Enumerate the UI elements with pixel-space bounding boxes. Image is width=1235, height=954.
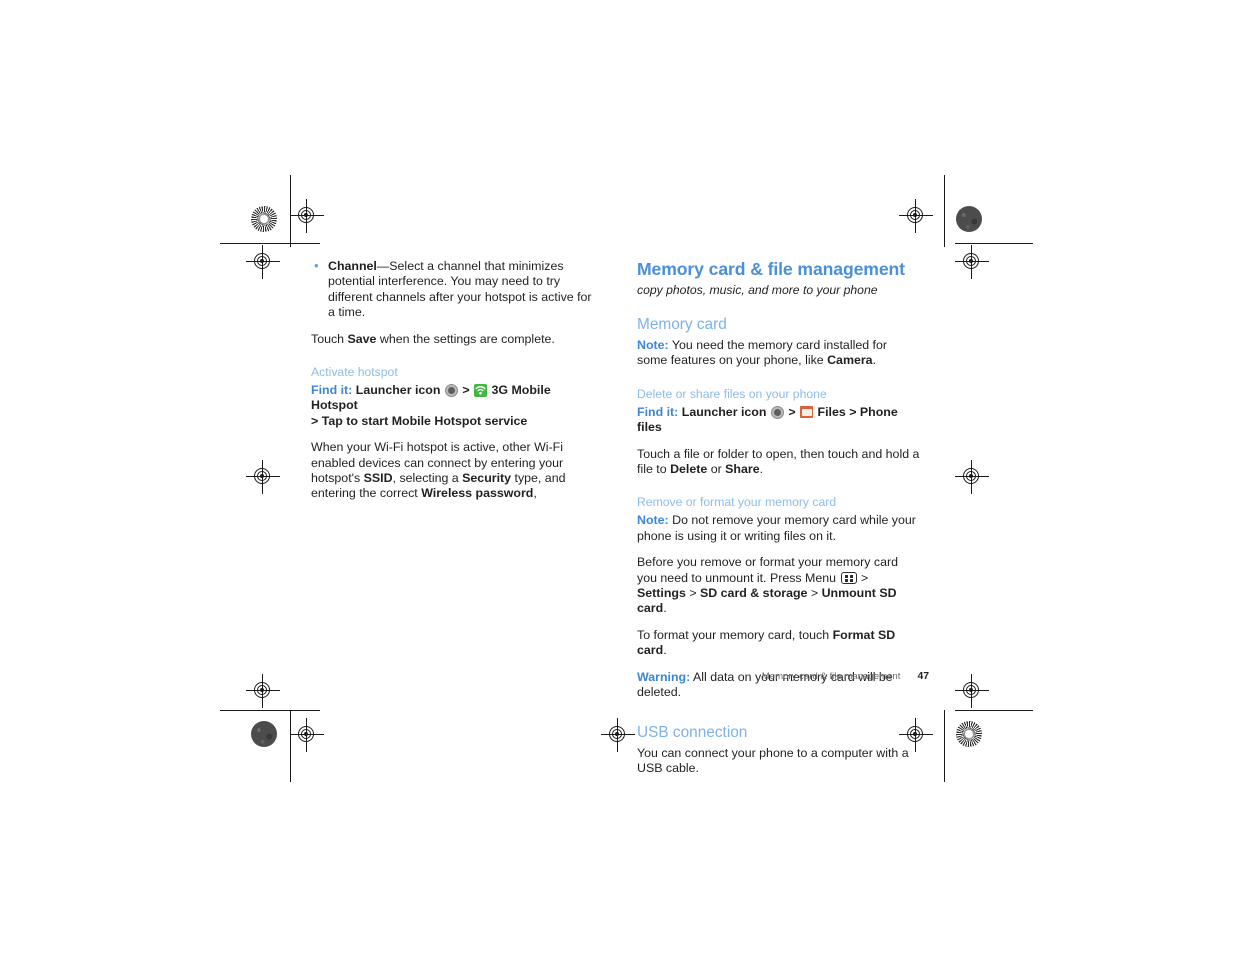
delete-bold: Delete (670, 462, 708, 477)
find-it-label: Find it: (311, 383, 353, 398)
note-label: Note: (637, 513, 669, 528)
page-subtitle: copy photos, music, and more to your pho… (637, 283, 878, 297)
heading-usb-connection: USB connection (637, 723, 748, 741)
menu-key-icon (840, 571, 857, 584)
share-bold: Share (725, 462, 760, 477)
path-separator: > (788, 404, 796, 419)
ssid-bold: SSID (363, 471, 393, 486)
security-bold: Security (462, 471, 512, 486)
path-separator: > (685, 586, 701, 601)
footer-chapter-title: Memory card & file management (761, 671, 901, 682)
path-launcher-icon-label: Launcher icon (355, 383, 441, 398)
page-footer: Memory card & file management 47 (637, 671, 929, 682)
path-separator: > (311, 413, 319, 428)
settings-bold: Settings (637, 586, 686, 601)
delete-share-description: Touch a file or folder to open, then tou… (637, 447, 920, 478)
text-segment: . (663, 601, 667, 616)
text-segment: Do not remove your memory card while you… (637, 513, 916, 543)
heading-memory-card: Memory card (637, 316, 727, 333)
manual-page: Channel—Select a channel that minimizes … (0, 0, 1235, 954)
footer-page-number: 47 (917, 671, 929, 682)
heading-delete-or-share: Delete or share files on your phone (637, 386, 827, 401)
text-segment: or (707, 462, 726, 477)
remove-format-note: Note: Do not remove your memory card whi… (637, 513, 920, 544)
text-segment: , selecting a (392, 471, 463, 486)
text-segment: . (663, 643, 667, 658)
wireless-password-bold: Wireless password (421, 486, 534, 501)
text-after: when the settings are complete. (376, 331, 555, 346)
3g-mobile-hotspot-icon (474, 384, 488, 398)
find-it-delete-share: Find it: Launcher icon > Files > Phone f… (637, 405, 920, 436)
sd-card-storage-bold: SD card & storage (700, 586, 808, 601)
channel-bullet-list: Channel—Select a channel that minimizes … (311, 258, 594, 321)
text-segment: . (872, 353, 877, 368)
hotspot-description-paragraph: When your Wi-Fi hotspot is active, other… (311, 440, 594, 502)
note-label: Note: (637, 338, 669, 352)
right-column: Memory card & file management copy photo… (637, 259, 920, 787)
path-launcher-icon-label: Launcher icon (681, 404, 767, 419)
heading-remove-or-format: Remove or format your memory card (637, 495, 837, 510)
launcher-icon (444, 384, 458, 398)
path-separator: > (462, 383, 470, 398)
text-segment: To format your memory card, touch (637, 627, 833, 642)
launcher-icon (770, 405, 784, 419)
text-segment: , (533, 486, 537, 501)
path-separator: > (807, 586, 822, 601)
bullet-term: Channel (328, 259, 377, 273)
left-column: Channel—Select a channel that minimizes … (311, 258, 594, 513)
path-files-label: Files (817, 404, 846, 419)
heading-activate-hotspot: Activate hotspot (311, 365, 398, 380)
usb-description: You can connect your phone to a computer… (637, 745, 909, 775)
files-folder-icon (800, 405, 814, 418)
list-item: Channel—Select a channel that minimizes … (311, 258, 594, 321)
path-separator: > (849, 404, 857, 419)
format-instructions: To format your memory card, touch Format… (637, 628, 920, 659)
camera-bold: Camera (827, 353, 873, 368)
find-it-label: Find it: (637, 404, 679, 419)
text-segment: . (759, 462, 764, 477)
path-tap-start-label: Tap to start Mobile Hotspot service (321, 413, 528, 428)
memory-card-note: Note: You need the memory card installed… (637, 338, 920, 369)
unmount-instructions: Before you remove or format your memory … (637, 555, 920, 617)
touch-save-paragraph: Touch Save when the settings are complet… (311, 332, 594, 347)
path-separator: > (857, 570, 869, 585)
text-before: Touch (311, 331, 348, 346)
page-title: Memory card & file management (637, 259, 905, 279)
save-bold: Save (347, 331, 377, 346)
find-it-activate-hotspot: Find it: Launcher icon > 3G Mobile Hotsp… (311, 383, 594, 429)
